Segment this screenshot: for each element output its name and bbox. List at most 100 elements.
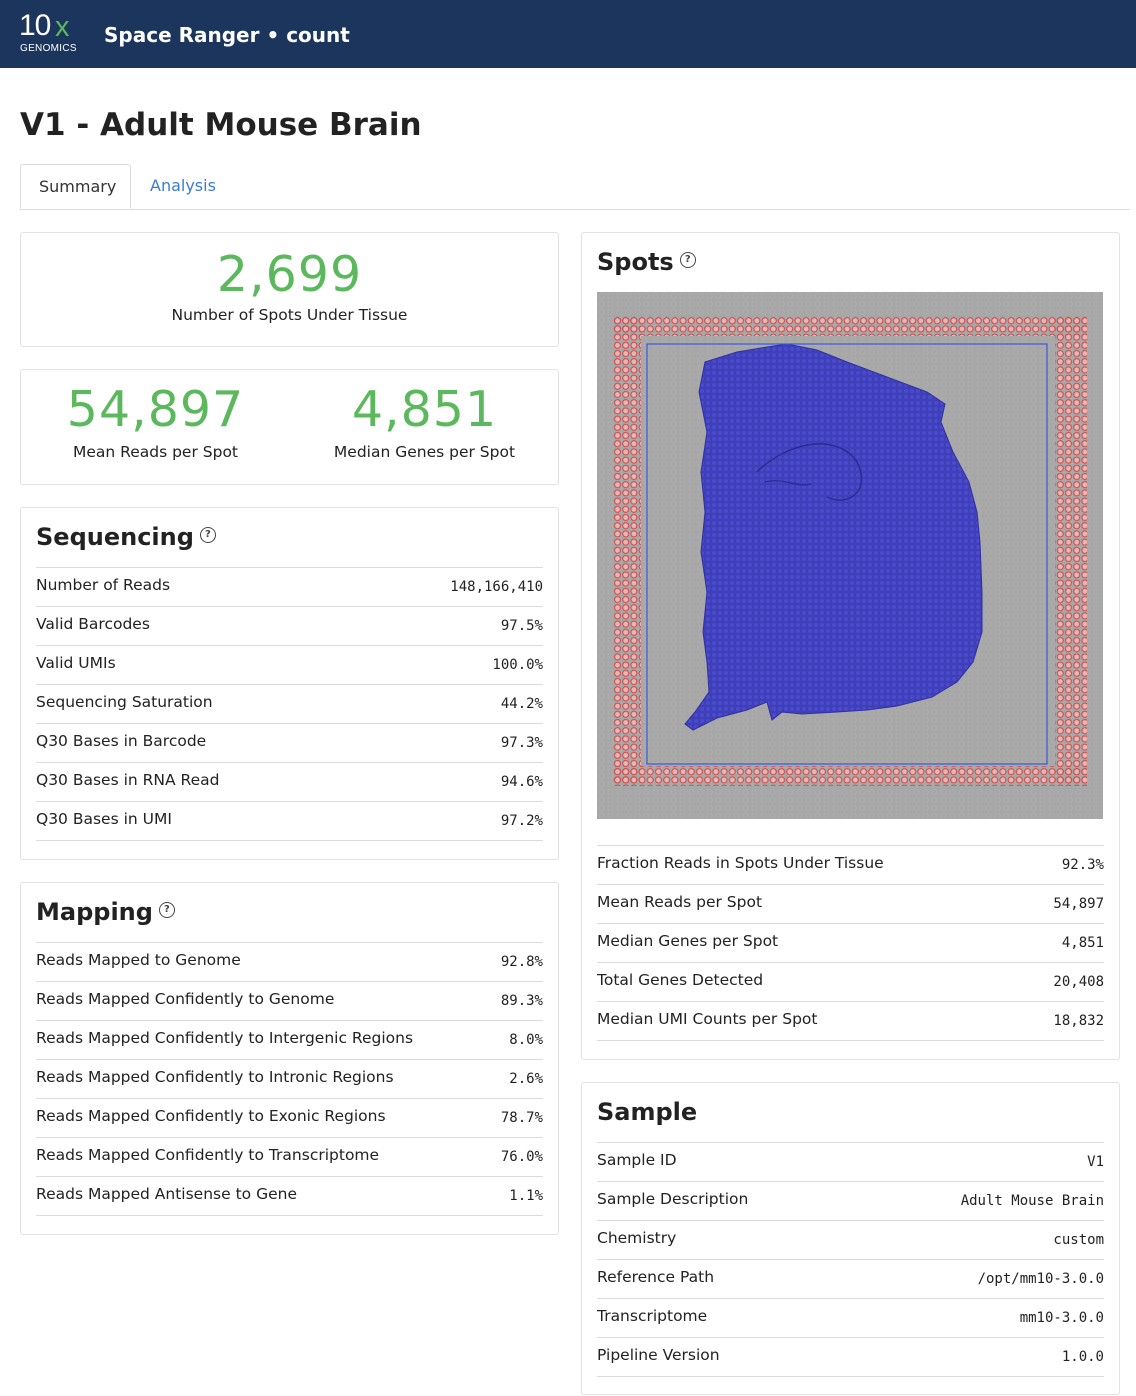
table-row: Reads Mapped Confidently to Exonic Regio… [36, 1098, 543, 1137]
row-value: 97.2% [500, 813, 543, 829]
row-value: 97.5% [500, 618, 543, 634]
tab-analysis[interactable]: Analysis [132, 164, 234, 209]
table-row: Q30 Bases in UMI 97.2% [36, 801, 543, 841]
10x-genomics-logo[interactable]: 10 x GENOMICS [19, 10, 81, 58]
row-value: 4,851 [1061, 935, 1104, 951]
table-row: Median Genes per Spot 4,851 [597, 923, 1104, 962]
table-row: Reads Mapped Antisense to Gene 1.1% [36, 1176, 543, 1216]
table-row: Reads Mapped Confidently to Genome 89.3% [36, 981, 543, 1020]
row-value: 1.0.0 [1061, 1349, 1104, 1365]
row-value: 78.7% [500, 1110, 543, 1126]
spots-under-tissue-label: Number of Spots Under Tissue [171, 306, 408, 324]
spots-title-text: Spots [597, 248, 674, 276]
mapping-title: Mapping? [36, 897, 175, 927]
row-value: 2.6% [509, 1071, 543, 1087]
row-label: Reads Mapped to Genome [36, 951, 241, 969]
table-row: Sample Description Adult Mouse Brain [597, 1181, 1104, 1220]
row-value: 1.1% [509, 1188, 543, 1204]
row-value: 92.8% [500, 954, 543, 970]
table-row: Fraction Reads in Spots Under Tissue 92.3… [597, 845, 1104, 884]
sequencing-title: Sequencing? [36, 522, 216, 552]
row-label: Median UMI Counts per Spot [597, 1010, 818, 1028]
row-label: Q30 Bases in RNA Read [36, 771, 220, 789]
sequencing-title-text: Sequencing [36, 523, 194, 551]
mean-reads-value: 54,897 [66, 381, 245, 438]
row-label: Reference Path [597, 1268, 715, 1286]
top-navbar: 10 x GENOMICS Space Ranger • count [0, 0, 1136, 68]
table-row: Median UMI Counts per Spot 18,832 [597, 1001, 1104, 1041]
question-circle-icon[interactable]: ? [158, 902, 175, 918]
spots-title: Spots? [597, 247, 696, 277]
reads-genes-card: 54,897 Mean Reads per Spot 4,851 Median … [20, 369, 559, 485]
logo-x: x [55, 11, 70, 43]
app-title: Space Ranger • count [104, 23, 350, 47]
row-label: Q30 Bases in Barcode [36, 732, 207, 750]
mapping-card: Mapping? Reads Mapped to Genome 92.8% Read… [20, 882, 559, 1235]
row-label: Reads Mapped Confidently to Intergenic R… [36, 1029, 414, 1047]
row-value: 92.3% [1061, 857, 1104, 873]
row-label: Valid UMIs [36, 654, 116, 672]
row-value: V1 [1087, 1154, 1104, 1170]
mapping-table: Reads Mapped to Genome 92.8% Reads Mapped … [36, 942, 543, 1216]
row-label: Valid Barcodes [36, 615, 150, 633]
table-row: Pipeline Version 1.0.0 [597, 1337, 1104, 1377]
row-value: 18,832 [1053, 1013, 1104, 1029]
row-label: Reads Mapped Antisense to Gene [36, 1185, 297, 1203]
table-row: Number of Reads 148,166,410 [36, 567, 543, 606]
row-value: 44.2% [500, 696, 543, 712]
tab-bar: Summary Analysis [20, 164, 1130, 210]
table-row: Q30 Bases in Barcode 97.3% [36, 723, 543, 762]
row-label: Total Genes Detected [597, 971, 764, 989]
row-label: Sample Description [597, 1190, 749, 1208]
logo-number: 10 [19, 9, 51, 42]
table-row: Valid Barcodes 97.5% [36, 606, 543, 645]
table-row: Sequencing Saturation 44.2% [36, 684, 543, 723]
table-row: Reference Path/opt/mm10-3.0.0 [597, 1259, 1104, 1298]
row-value: 54,897 [1053, 896, 1104, 912]
tab-summary[interactable]: Summary [20, 164, 131, 209]
table-row: Mean Reads per Spot 54,897 [597, 884, 1104, 923]
page-title: V1 - Adult Mouse Brain [20, 107, 422, 143]
row-label: Median Genes per Spot [597, 932, 779, 950]
row-label: Q30 Bases in UMI [36, 810, 172, 828]
table-row: Valid UMIs 100.0% [36, 645, 543, 684]
question-circle-icon[interactable]: ? [199, 527, 216, 543]
table-row: Reads Mapped Confidently to Intergenic R… [36, 1020, 543, 1059]
spots-table: Fraction Reads in Spots Under Tissue 92.3… [597, 845, 1104, 1041]
row-value: 148,166,410 [450, 579, 543, 595]
median-genes-value: 4,851 [351, 381, 498, 438]
sequencing-card: Sequencing? Number of Reads 148,166,410 Va… [20, 507, 559, 860]
row-label: Sample ID [597, 1151, 677, 1169]
row-label: Transcriptome [597, 1307, 708, 1325]
sample-card: Sample Sample ID V1 Sample Description Adul… [581, 1082, 1120, 1395]
mapping-title-text: Mapping [36, 898, 153, 926]
row-value: custom [1053, 1232, 1104, 1248]
row-value: 97.3% [500, 735, 543, 751]
spots-under-tissue-card: 2,699 Number of Spots Under Tissue [20, 232, 559, 347]
table-row: Q30 Bases in RNA Read 94.6% [36, 762, 543, 801]
row-label: Mean Reads per Spot [597, 893, 763, 911]
row-value: /opt/mm10-3.0.0 [977, 1271, 1104, 1287]
row-label: Reads Mapped Confidently to Exonic Regio… [36, 1107, 386, 1125]
table-row: Sample ID V1 [597, 1142, 1104, 1181]
question-circle-icon[interactable]: ? [679, 252, 696, 268]
tissue-spots-image[interactable] [597, 292, 1103, 819]
row-value: mm10-3.0.0 [1019, 1310, 1104, 1326]
median-genes-label: Median Genes per Spot [333, 443, 516, 461]
row-label: Reads Mapped Confidently to Intronic Reg… [36, 1068, 394, 1086]
row-label: Pipeline Version [597, 1346, 720, 1364]
sample-title: Sample [597, 1098, 698, 1126]
table-row: Total Genes Detected 20,408 [597, 962, 1104, 1001]
table-row: Reads Mapped Confidently to Transcriptom… [36, 1137, 543, 1176]
table-row: Transcriptome mm10-3.0.0 [597, 1298, 1104, 1337]
mean-reads-label: Mean Reads per Spot [72, 443, 239, 461]
table-row: Chemistry custom [597, 1220, 1104, 1259]
row-value: 100.0% [492, 657, 543, 673]
row-label: Fraction Reads in Spots Under Tissue [597, 854, 884, 872]
logo-subtitle: GENOMICS [20, 43, 77, 54]
row-value: 89.3% [500, 993, 543, 1009]
row-value: Adult Mouse Brain [960, 1193, 1104, 1209]
row-label: Reads Mapped Confidently to Transcriptom… [36, 1146, 380, 1164]
row-value: 94.6% [500, 774, 543, 790]
table-row: Reads Mapped Confidently to Intronic Reg… [36, 1059, 543, 1098]
